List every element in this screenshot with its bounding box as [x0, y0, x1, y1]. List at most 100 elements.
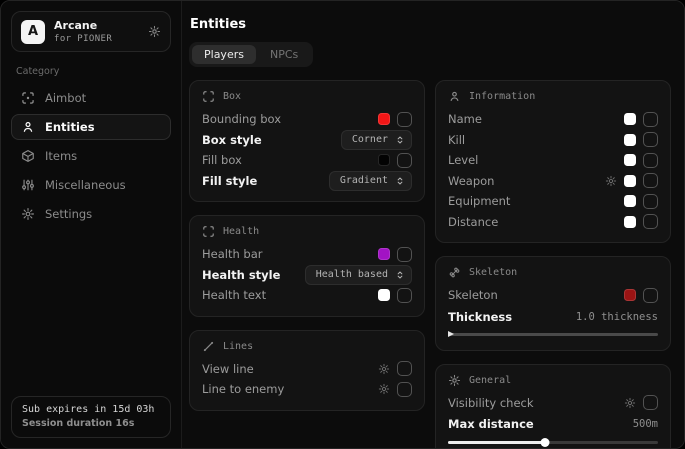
- level-checkbox[interactable]: [643, 153, 658, 168]
- row-label: Fill style: [202, 174, 257, 188]
- color-swatch[interactable]: [624, 113, 636, 125]
- tab-npcs[interactable]: NPCs: [258, 45, 310, 64]
- max-distance-slider[interactable]: [448, 437, 658, 447]
- health-bar-checkbox[interactable]: [397, 247, 412, 262]
- color-swatch[interactable]: [378, 113, 390, 125]
- max-distance-value: 500m: [633, 418, 658, 430]
- page-title: Entities: [190, 17, 671, 32]
- sidebar-item-aimbot[interactable]: Aimbot: [11, 85, 171, 111]
- sidebar-item-label: Items: [45, 149, 77, 163]
- tab-players[interactable]: Players: [192, 45, 256, 64]
- row-label: View line: [202, 362, 254, 376]
- color-swatch[interactable]: [624, 134, 636, 146]
- box-style-dropdown[interactable]: Corner: [341, 130, 412, 150]
- row-fill-box: Fill box: [202, 150, 412, 171]
- kill-checkbox[interactable]: [643, 132, 658, 147]
- row-thickness: Thickness 1.0 thickness: [448, 307, 658, 327]
- sub-expiry-text: Sub expires in 15d 03h: [22, 404, 160, 415]
- panel-box: Box Bounding box Box style Corne: [189, 80, 425, 202]
- row-label: Line to enemy: [202, 382, 284, 396]
- box-icon: [202, 90, 215, 103]
- view-line-checkbox[interactable]: [397, 361, 412, 376]
- row-box-style: Box style Corner: [202, 130, 412, 151]
- thickness-slider[interactable]: [448, 330, 658, 340]
- skeleton-checkbox[interactable]: [643, 288, 658, 303]
- row-label: Kill: [448, 133, 465, 147]
- brand-text: Arcane for PIONER: [54, 19, 112, 44]
- bounding-box-checkbox[interactable]: [397, 112, 412, 127]
- panel-lines: Lines View line Line to enemy: [189, 330, 425, 411]
- panel-title: Box: [223, 91, 241, 102]
- sidebar-item-items[interactable]: Items: [11, 143, 171, 169]
- line-icon: [202, 340, 215, 353]
- slider-fill: [448, 441, 545, 444]
- color-swatch[interactable]: [378, 289, 390, 301]
- color-swatch[interactable]: [624, 195, 636, 207]
- row-label: Skeleton: [448, 288, 498, 302]
- health-text-checkbox[interactable]: [397, 288, 412, 303]
- row-label: Level: [448, 153, 478, 167]
- select-chevrons-icon: [395, 135, 405, 145]
- select-chevrons-icon: [395, 270, 405, 280]
- panel-general: General Visibility check Max distance 50…: [435, 364, 671, 449]
- row-view-line: View line: [202, 359, 412, 380]
- distance-checkbox[interactable]: [643, 214, 658, 229]
- row-visibility-check: Visibility check: [448, 393, 658, 414]
- thickness-value: 1.0 thickness: [576, 311, 658, 323]
- row-label: Health style: [202, 268, 280, 282]
- panel-health: Health Health bar Health style H: [189, 215, 425, 317]
- color-swatch[interactable]: [624, 175, 636, 187]
- gear-icon[interactable]: [624, 397, 636, 409]
- weapon-checkbox[interactable]: [643, 173, 658, 188]
- slider-handle[interactable]: [540, 438, 549, 447]
- row-health-style: Health style Health based: [202, 265, 412, 286]
- panel-skeleton-header: Skeleton: [448, 266, 658, 279]
- gear-icon[interactable]: [378, 363, 390, 375]
- row-name: Name: [448, 109, 658, 130]
- fill-box-checkbox[interactable]: [397, 153, 412, 168]
- row-weapon: Weapon: [448, 171, 658, 192]
- fill-style-dropdown[interactable]: Gradient: [329, 171, 412, 191]
- slider-handle[interactable]: [448, 331, 454, 337]
- sidebar-item-miscellaneous[interactable]: Miscellaneous: [11, 172, 171, 198]
- health-style-dropdown[interactable]: Health based: [305, 265, 412, 285]
- row-bounding-box: Bounding box: [202, 109, 412, 130]
- visibility-check-checkbox[interactable]: [643, 395, 658, 410]
- right-column: Information Name Kill: [435, 80, 671, 449]
- sidebar-item-label: Aimbot: [45, 91, 86, 105]
- row-label: Fill box: [202, 153, 242, 167]
- row-label: Box style: [202, 133, 262, 147]
- sidebar-item-settings[interactable]: Settings: [11, 201, 171, 227]
- entity-tabs: Players NPCs: [189, 42, 313, 67]
- panel-health-header: Health: [202, 225, 412, 238]
- equipment-checkbox[interactable]: [643, 194, 658, 209]
- color-swatch[interactable]: [378, 248, 390, 260]
- gear-icon[interactable]: [378, 383, 390, 395]
- app-window: A Arcane for PIONER Category Aimbot Enti…: [0, 0, 685, 449]
- color-swatch[interactable]: [378, 154, 390, 166]
- panel-skeleton: Skeleton Skeleton Thickness 1.0 thicknes…: [435, 256, 671, 351]
- panel-title: Skeleton: [469, 267, 517, 278]
- gear-icon[interactable]: [148, 25, 161, 38]
- row-label: Visibility check: [448, 396, 534, 410]
- brand-name: Arcane: [54, 19, 112, 32]
- row-label: Thickness: [448, 310, 512, 324]
- color-swatch[interactable]: [624, 154, 636, 166]
- brand-subtitle: for PIONER: [54, 34, 112, 44]
- entities-icon: [21, 120, 35, 134]
- aimbot-icon: [21, 91, 35, 105]
- panel-columns: Box Bounding box Box style Corne: [189, 80, 671, 449]
- line-to-enemy-checkbox[interactable]: [397, 382, 412, 397]
- panel-box-header: Box: [202, 90, 412, 103]
- panel-title: Information: [469, 91, 535, 102]
- main-content: Entities Players NPCs Box Bounding box: [182, 1, 684, 448]
- sidebar-item-entities[interactable]: Entities: [11, 114, 171, 140]
- color-swatch[interactable]: [624, 216, 636, 228]
- name-checkbox[interactable]: [643, 112, 658, 127]
- gear-icon[interactable]: [605, 175, 617, 187]
- sidebar-item-label: Miscellaneous: [45, 178, 126, 192]
- gear-icon: [21, 207, 35, 221]
- color-swatch[interactable]: [624, 289, 636, 301]
- row-label: Max distance: [448, 417, 534, 431]
- sidebar: A Arcane for PIONER Category Aimbot Enti…: [1, 1, 182, 448]
